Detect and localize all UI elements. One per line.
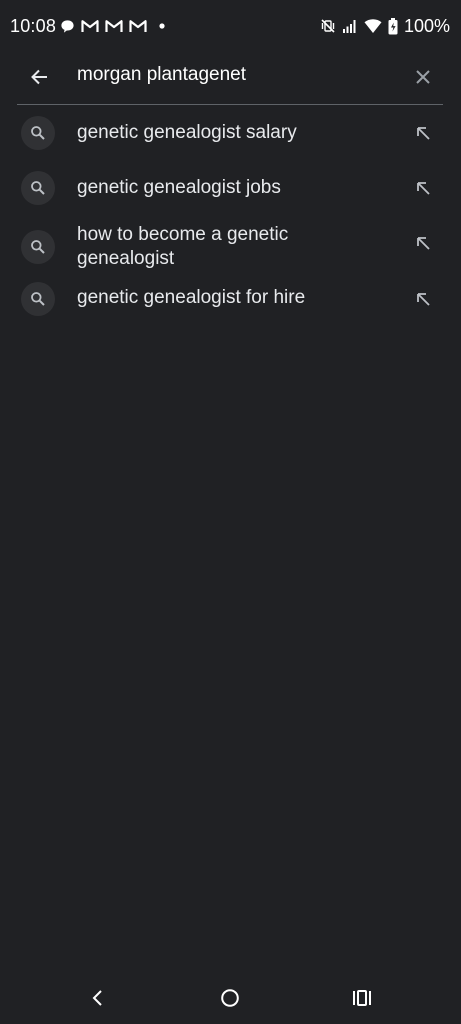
fill-query-button[interactable] (406, 171, 440, 205)
arrow-up-left-icon (415, 180, 431, 196)
nav-home-icon (220, 988, 240, 1008)
fill-query-button[interactable] (406, 226, 440, 260)
battery-percentage: 100% (403, 15, 450, 36)
signal-icon (342, 18, 358, 34)
wifi-icon (364, 18, 382, 34)
nav-recents-icon (352, 989, 372, 1007)
suggestion-item[interactable]: genetic genealogist salary (0, 105, 461, 160)
status-time: 10:08 (10, 16, 57, 36)
arrow-up-left-icon (415, 125, 431, 141)
status-bar: 10:08 100% (0, 0, 461, 52)
gmail-icon (105, 19, 123, 33)
nav-home-button[interactable] (214, 982, 246, 1014)
fill-query-button[interactable] (406, 116, 440, 150)
suggestion-text: how to become a genetic genealogist (77, 224, 289, 269)
notification-icons (60, 16, 165, 36)
nav-back-icon (91, 989, 105, 1007)
arrow-left-icon (29, 67, 49, 87)
clear-search-button[interactable] (406, 60, 440, 94)
chat-bubble-icon (60, 19, 75, 34)
battery-icon (388, 17, 398, 35)
navigation-bar (0, 968, 461, 1024)
suggestion-item[interactable]: genetic genealogist for hire (0, 278, 461, 333)
suggestion-text: genetic genealogist salary (77, 122, 297, 143)
search-icon (21, 282, 55, 316)
system-status-icons: 100% (320, 16, 450, 36)
suggestion-list: genetic genealogist salary genetic genea… (0, 105, 461, 333)
search-icon (21, 116, 55, 150)
dot-icon (159, 23, 165, 29)
nav-recents-button[interactable] (346, 982, 378, 1014)
gmail-icon (81, 19, 99, 33)
search-icon (21, 171, 55, 205)
gmail-icon (129, 19, 147, 33)
search-header (0, 52, 461, 104)
search-icon (21, 230, 55, 264)
arrow-up-left-icon (415, 291, 431, 307)
search-input[interactable] (77, 64, 397, 86)
close-icon (415, 69, 431, 85)
back-button[interactable] (22, 60, 56, 94)
suggestion-item[interactable]: how to become a genetic genealogist (0, 215, 461, 278)
suggestion-text: genetic genealogist for hire (77, 287, 306, 308)
suggestion-item[interactable]: genetic genealogist jobs (0, 160, 461, 215)
vibrate-off-icon (320, 18, 336, 34)
nav-back-button[interactable] (82, 982, 114, 1014)
arrow-up-left-icon (415, 235, 431, 251)
fill-query-button[interactable] (406, 282, 440, 316)
suggestion-text: genetic genealogist jobs (77, 177, 281, 198)
